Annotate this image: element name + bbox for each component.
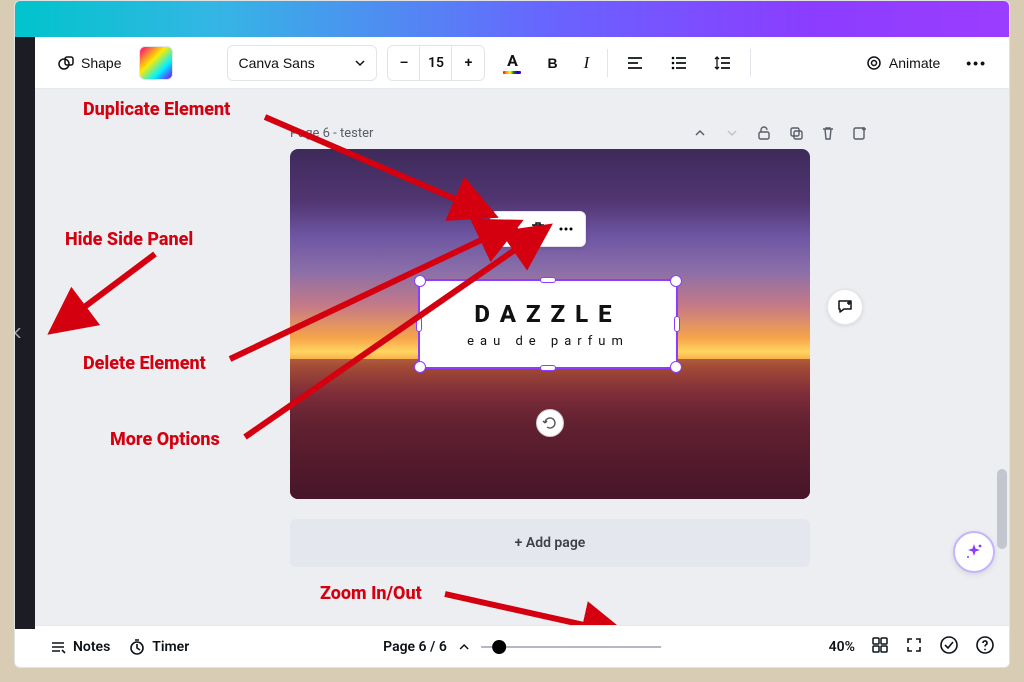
chevron-down-icon — [354, 57, 366, 69]
resize-handle-s[interactable] — [540, 365, 556, 371]
editor-stage: Page 6 - tester — [35, 89, 1009, 625]
animate-label: Animate — [889, 55, 940, 71]
element-duplicate-button[interactable] — [497, 216, 523, 242]
align-icon — [626, 54, 644, 72]
timer-label: Timer — [152, 639, 189, 655]
element-floating-toolbar — [490, 211, 586, 247]
grid-icon — [871, 636, 889, 654]
resize-handle-nw[interactable] — [414, 275, 426, 287]
font-size-increase[interactable]: + — [452, 46, 484, 80]
text-line-main: DAZZLE — [474, 300, 621, 328]
resize-handle-n[interactable] — [540, 277, 556, 283]
notes-button[interactable]: Notes — [49, 638, 110, 656]
border-style-button[interactable] — [183, 46, 217, 80]
font-size-stepper[interactable]: – 15 + — [387, 45, 485, 81]
font-size-value[interactable]: 15 — [420, 46, 452, 80]
annotation-more: More Options — [110, 429, 220, 450]
zoom-slider-thumb[interactable] — [492, 640, 506, 654]
fullscreen-icon — [905, 636, 923, 654]
page-move-down[interactable] — [723, 124, 741, 142]
animate-button[interactable]: Animate — [857, 45, 948, 81]
text-color-button[interactable]: A — [495, 45, 529, 81]
element-more-button[interactable] — [553, 216, 579, 242]
spacing-button[interactable] — [706, 45, 740, 81]
resize-handle-w[interactable] — [416, 316, 422, 332]
alignment-button[interactable] — [618, 45, 652, 81]
zoom-percentage[interactable]: 40% — [829, 639, 855, 655]
check-circle-icon — [939, 635, 959, 655]
zoom-slider[interactable] — [481, 646, 661, 648]
annotation-delete: Delete Element — [83, 353, 206, 374]
font-family-label: Canva Sans — [238, 55, 314, 71]
more-button[interactable]: ••• — [958, 45, 995, 81]
italic-button[interactable]: I — [576, 45, 598, 81]
shape-button[interactable]: Shape — [49, 45, 129, 81]
spacing-icon — [714, 54, 732, 72]
help-icon — [975, 635, 995, 655]
page-add[interactable] — [851, 124, 869, 142]
font-family-select[interactable]: Canva Sans — [227, 45, 377, 81]
add-page-button[interactable]: + Add page — [290, 519, 810, 567]
color-underline — [503, 71, 521, 74]
timer-button[interactable]: Timer — [128, 638, 189, 656]
context-toolbar: Shape Canva Sans – 15 + A B I — [35, 37, 1009, 89]
selected-text-element[interactable]: DAZZLE eau de parfum — [418, 279, 678, 369]
annotation-zoom: Zoom In/Out — [320, 583, 422, 604]
side-panel-collapsed — [15, 37, 35, 629]
annotation-duplicate: Duplicate Element — [83, 99, 230, 120]
page-delete[interactable] — [819, 124, 837, 142]
annotation-hide: Hide Side Panel — [65, 229, 193, 250]
sparkle-icon — [963, 541, 985, 563]
comment-icon — [835, 297, 855, 317]
fullscreen-button[interactable] — [905, 636, 923, 658]
rotate-handle[interactable] — [536, 409, 564, 437]
color-picker[interactable] — [139, 46, 173, 80]
timer-icon — [128, 638, 146, 656]
bold-button[interactable]: B — [539, 45, 565, 81]
element-delete-button[interactable] — [525, 216, 551, 242]
list-icon — [670, 54, 688, 72]
page-title[interactable]: Page 6 - tester — [290, 126, 373, 141]
page-duplicate[interactable] — [787, 124, 805, 142]
letter-a-icon: A — [507, 51, 518, 70]
vertical-scrollbar-thumb[interactable] — [997, 469, 1007, 549]
page-header-bar: Page 6 - tester — [290, 119, 869, 147]
list-button[interactable] — [662, 45, 696, 81]
toolbar-divider — [607, 49, 608, 77]
magic-assistant-button[interactable] — [953, 531, 995, 573]
bottom-bar: Notes Timer Page 6 / 6 40% — [35, 625, 1009, 667]
rotate-icon — [542, 415, 558, 431]
side-panel-toggle[interactable] — [14, 293, 27, 373]
notes-label: Notes — [73, 639, 110, 655]
grid-view-button[interactable] — [871, 636, 889, 658]
animate-icon — [865, 54, 883, 72]
notes-icon — [49, 638, 67, 656]
shape-label: Shape — [81, 55, 121, 71]
trash-icon — [529, 220, 547, 238]
resize-handle-e[interactable] — [674, 316, 680, 332]
font-size-decrease[interactable]: – — [388, 46, 420, 80]
resize-handle-se[interactable] — [670, 361, 682, 373]
toolbar-divider-2 — [750, 49, 751, 77]
canvas-page[interactable]: DAZZLE eau de parfum — [290, 149, 810, 499]
duplicate-icon — [501, 220, 519, 238]
check-button[interactable] — [939, 635, 959, 659]
resize-handle-ne[interactable] — [670, 275, 682, 287]
more-icon — [557, 220, 575, 238]
shape-icon — [57, 54, 75, 72]
window-gradient-header — [15, 1, 1009, 37]
add-page-label: + Add page — [515, 535, 586, 551]
page-lock[interactable] — [755, 124, 773, 142]
chevron-up-icon[interactable] — [457, 640, 471, 654]
page-indicator[interactable]: Page 6 / 6 — [383, 639, 447, 655]
text-line-sub: eau de parfum — [467, 334, 629, 349]
resize-handle-sw[interactable] — [414, 361, 426, 373]
help-button[interactable] — [975, 635, 995, 659]
page-move-up[interactable] — [691, 124, 709, 142]
add-comment-button[interactable] — [827, 289, 863, 325]
